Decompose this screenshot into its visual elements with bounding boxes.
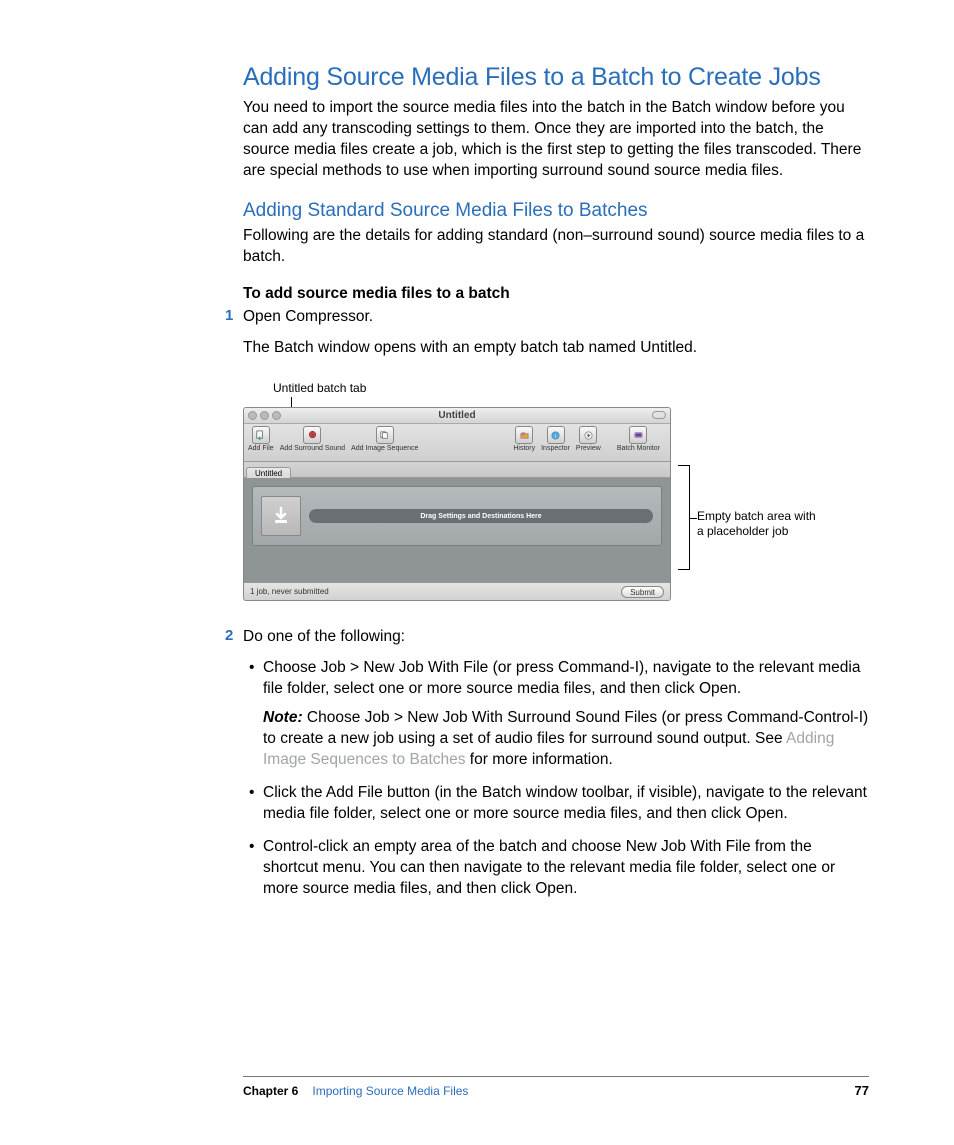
- submit-button[interactable]: Submit: [621, 586, 664, 598]
- intro-paragraph: You need to import the source media file…: [243, 98, 869, 182]
- batch-monitor-icon: [629, 426, 647, 444]
- add-image-sequence-button[interactable]: Add Image Sequence: [351, 426, 418, 452]
- history-icon: [515, 426, 533, 444]
- callout-bracket: [678, 465, 690, 570]
- add-surround-sound-button[interactable]: Add Surround Sound: [280, 426, 345, 452]
- list-item: Control-click an empty area of the batch…: [263, 837, 869, 900]
- traffic-lights[interactable]: [248, 411, 281, 420]
- task-title: To add source media files to a batch: [243, 284, 869, 305]
- callout-batch-area: Empty batch area with a placeholder job: [697, 509, 857, 539]
- subsection-intro: Following are the details for adding sta…: [243, 226, 869, 268]
- page-number: 77: [855, 1083, 869, 1098]
- window-titlebar: Untitled: [244, 408, 670, 424]
- window-title: Untitled: [244, 408, 670, 424]
- source-thumbnail[interactable]: [261, 496, 301, 536]
- callout-leader-line: [291, 397, 292, 407]
- list-item: Choose Job > New Job With File (or press…: [263, 658, 869, 771]
- add-file-button[interactable]: Add File: [248, 426, 274, 452]
- surround-sound-icon: [303, 426, 321, 444]
- image-sequence-icon: [376, 426, 394, 444]
- placeholder-job[interactable]: Drag Settings and Destinations Here: [252, 486, 662, 546]
- step-number: 2: [225, 627, 233, 644]
- section-heading: Adding Source Media Files to a Batch to …: [243, 62, 869, 92]
- step-2: 2 Do one of the following:: [243, 627, 869, 648]
- step-text: Open Compressor.: [243, 308, 373, 325]
- note-label: Note:: [263, 709, 303, 726]
- note: Note: Choose Job > New Job With Surround…: [263, 708, 869, 771]
- chapter-label: Chapter 6: [243, 1084, 298, 1098]
- page-footer: Chapter 6 Importing Source Media Files 7…: [243, 1076, 869, 1098]
- subsection-heading: Adding Standard Source Media Files to Ba…: [243, 200, 869, 222]
- inspector-button[interactable]: i Inspector: [541, 426, 570, 452]
- status-text: 1 job, never submitted: [250, 587, 329, 596]
- toolbar-toggle-icon[interactable]: [652, 411, 666, 419]
- batch-window: Untitled Add File Add Surround Sound Add…: [243, 407, 671, 601]
- toolbar: Add File Add Surround Sound Add Image Se…: [244, 424, 670, 462]
- batch-area[interactable]: Drag Settings and Destinations Here: [244, 478, 670, 582]
- chapter-title: Importing Source Media Files: [312, 1084, 468, 1098]
- callout-text: Untitled batch tab: [273, 381, 366, 395]
- figure: Untitled batch tab Untitled Add File Add…: [243, 381, 869, 601]
- history-button[interactable]: History: [513, 426, 535, 452]
- callout-untitled-tab: Untitled batch tab: [273, 381, 366, 395]
- drop-zone[interactable]: Drag Settings and Destinations Here: [309, 509, 653, 523]
- inspector-icon: i: [547, 426, 565, 444]
- batch-monitor-button[interactable]: Batch Monitor: [617, 426, 660, 452]
- preview-icon: [579, 426, 597, 444]
- preview-button[interactable]: Preview: [576, 426, 601, 452]
- tab-row: Untitled: [244, 462, 670, 478]
- status-bar: 1 job, never submitted Submit: [244, 582, 670, 600]
- step-1-result: The Batch window opens with an empty bat…: [243, 338, 869, 359]
- step-1: 1 Open Compressor.: [243, 307, 869, 328]
- step-text: Do one of the following:: [243, 628, 405, 645]
- add-file-icon: [252, 426, 270, 444]
- list-item: Click the Add File button (in the Batch …: [263, 783, 869, 825]
- step-number: 1: [225, 307, 233, 324]
